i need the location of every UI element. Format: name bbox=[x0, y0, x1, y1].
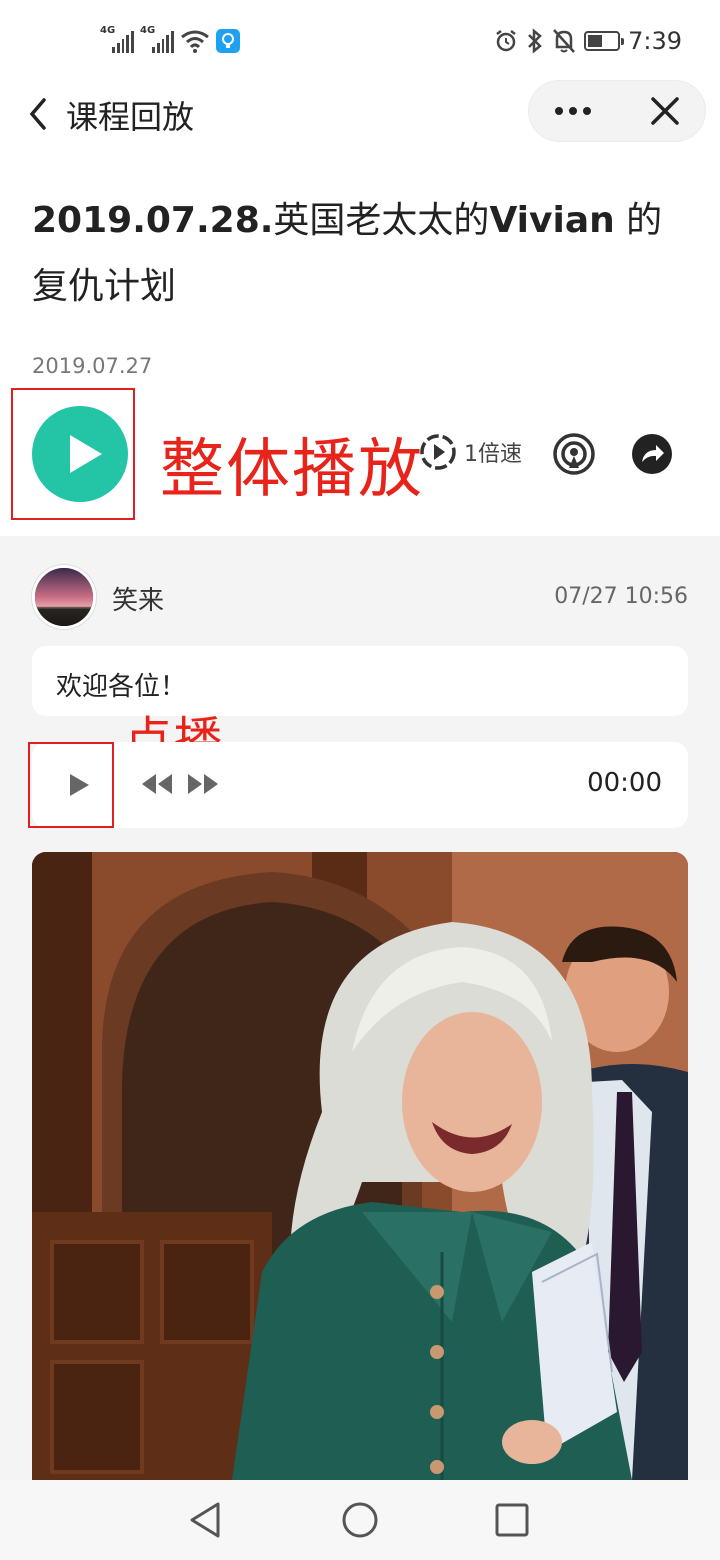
podcast-icon[interactable] bbox=[552, 432, 596, 476]
signal-icon: 4G bbox=[100, 25, 134, 53]
back-arrow-icon[interactable] bbox=[24, 94, 54, 134]
more-dots-icon[interactable] bbox=[555, 101, 591, 121]
lesson-date: 2019.07.27 bbox=[32, 354, 153, 378]
audio-player: 00:00 bbox=[32, 742, 688, 828]
rewind-icon[interactable] bbox=[140, 772, 174, 796]
title-name: Vivian bbox=[489, 200, 615, 241]
avatar[interactable] bbox=[32, 565, 96, 629]
audio-duration: 00:00 bbox=[587, 768, 662, 798]
bluetooth-icon bbox=[528, 28, 542, 54]
alarm-icon bbox=[496, 30, 516, 52]
wifi-icon bbox=[181, 30, 209, 53]
annotation-box-on-demand bbox=[28, 742, 114, 828]
status-time: 7:39 bbox=[628, 27, 682, 55]
close-icon[interactable] bbox=[649, 95, 681, 127]
author-name: 笑来 bbox=[112, 586, 165, 616]
speed-label: 1倍速 bbox=[464, 442, 522, 467]
message-text: 欢迎各位！ bbox=[56, 672, 187, 702]
wechat-badge-icon bbox=[216, 29, 240, 53]
title-date: 2019.07.28. bbox=[32, 200, 274, 241]
status-left: 4G 4G bbox=[100, 25, 240, 56]
title-text: 英国老太太的 bbox=[273, 200, 490, 241]
annotation-play-all: 整体播放 bbox=[160, 433, 424, 507]
sim1-label: 4G bbox=[100, 25, 116, 36]
mute-bell-icon bbox=[553, 29, 576, 53]
lesson-title: 2019.07.28.英国老太太的Vivian 的复仇计划 bbox=[32, 188, 682, 320]
fast-forward-icon[interactable] bbox=[186, 772, 220, 796]
miniprogram-capsule bbox=[528, 80, 706, 142]
status-bar: 4G 4G 7:39 bbox=[0, 0, 720, 84]
nav-recents-icon[interactable] bbox=[494, 1500, 530, 1540]
page-title: 课程回放 bbox=[66, 98, 195, 136]
nav-home-icon[interactable] bbox=[342, 1500, 378, 1540]
post-time: 07/27 10:56 bbox=[554, 584, 688, 609]
nav-back-icon[interactable] bbox=[188, 1500, 224, 1540]
speed-icon bbox=[420, 434, 456, 470]
annotation-box-play-all bbox=[11, 388, 135, 520]
status-right: 7:39 bbox=[494, 24, 682, 58]
battery-icon bbox=[584, 31, 625, 51]
signal-icon: 4G bbox=[140, 25, 174, 53]
speed-button[interactable]: 1倍速 bbox=[418, 432, 522, 472]
nav-bar: 课程回放 bbox=[0, 80, 720, 144]
system-nav-bar bbox=[0, 1480, 720, 1560]
share-icon[interactable] bbox=[630, 432, 674, 476]
post-photo[interactable] bbox=[32, 852, 688, 1480]
sim2-label: 4G bbox=[140, 25, 156, 36]
